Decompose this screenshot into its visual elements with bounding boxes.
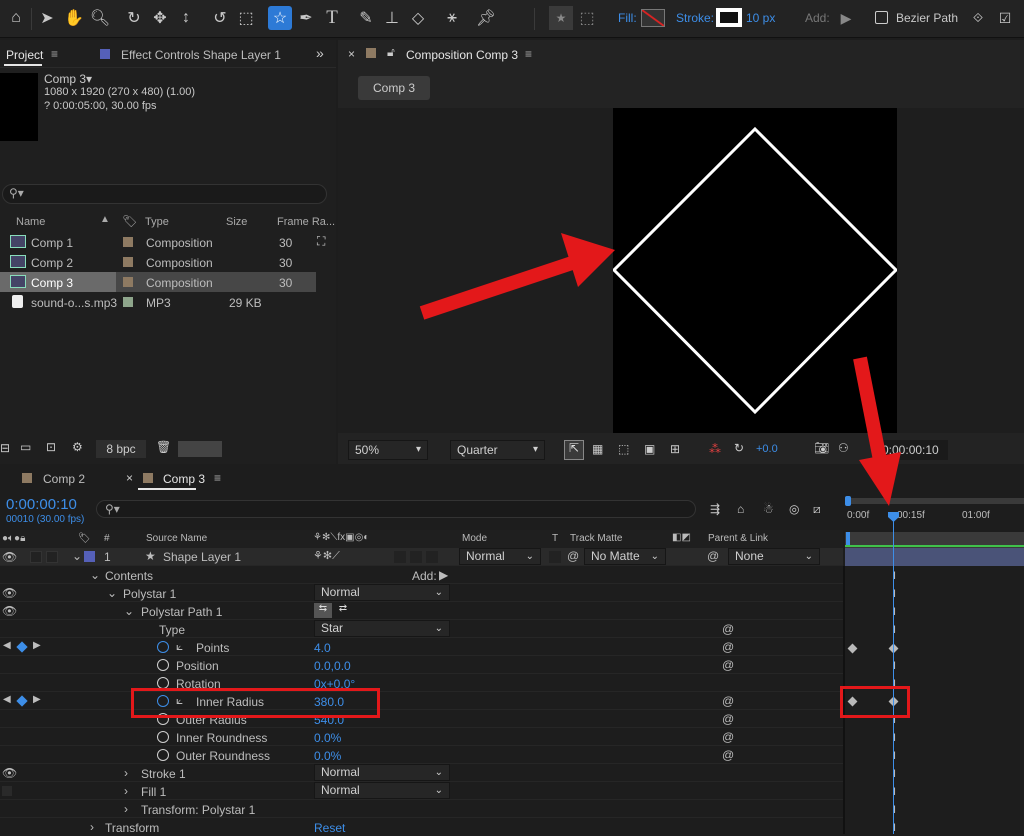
arrow-to-diamond xyxy=(419,233,615,320)
arrow-to-playhead xyxy=(853,356,901,506)
annotation-arrows xyxy=(419,233,901,506)
